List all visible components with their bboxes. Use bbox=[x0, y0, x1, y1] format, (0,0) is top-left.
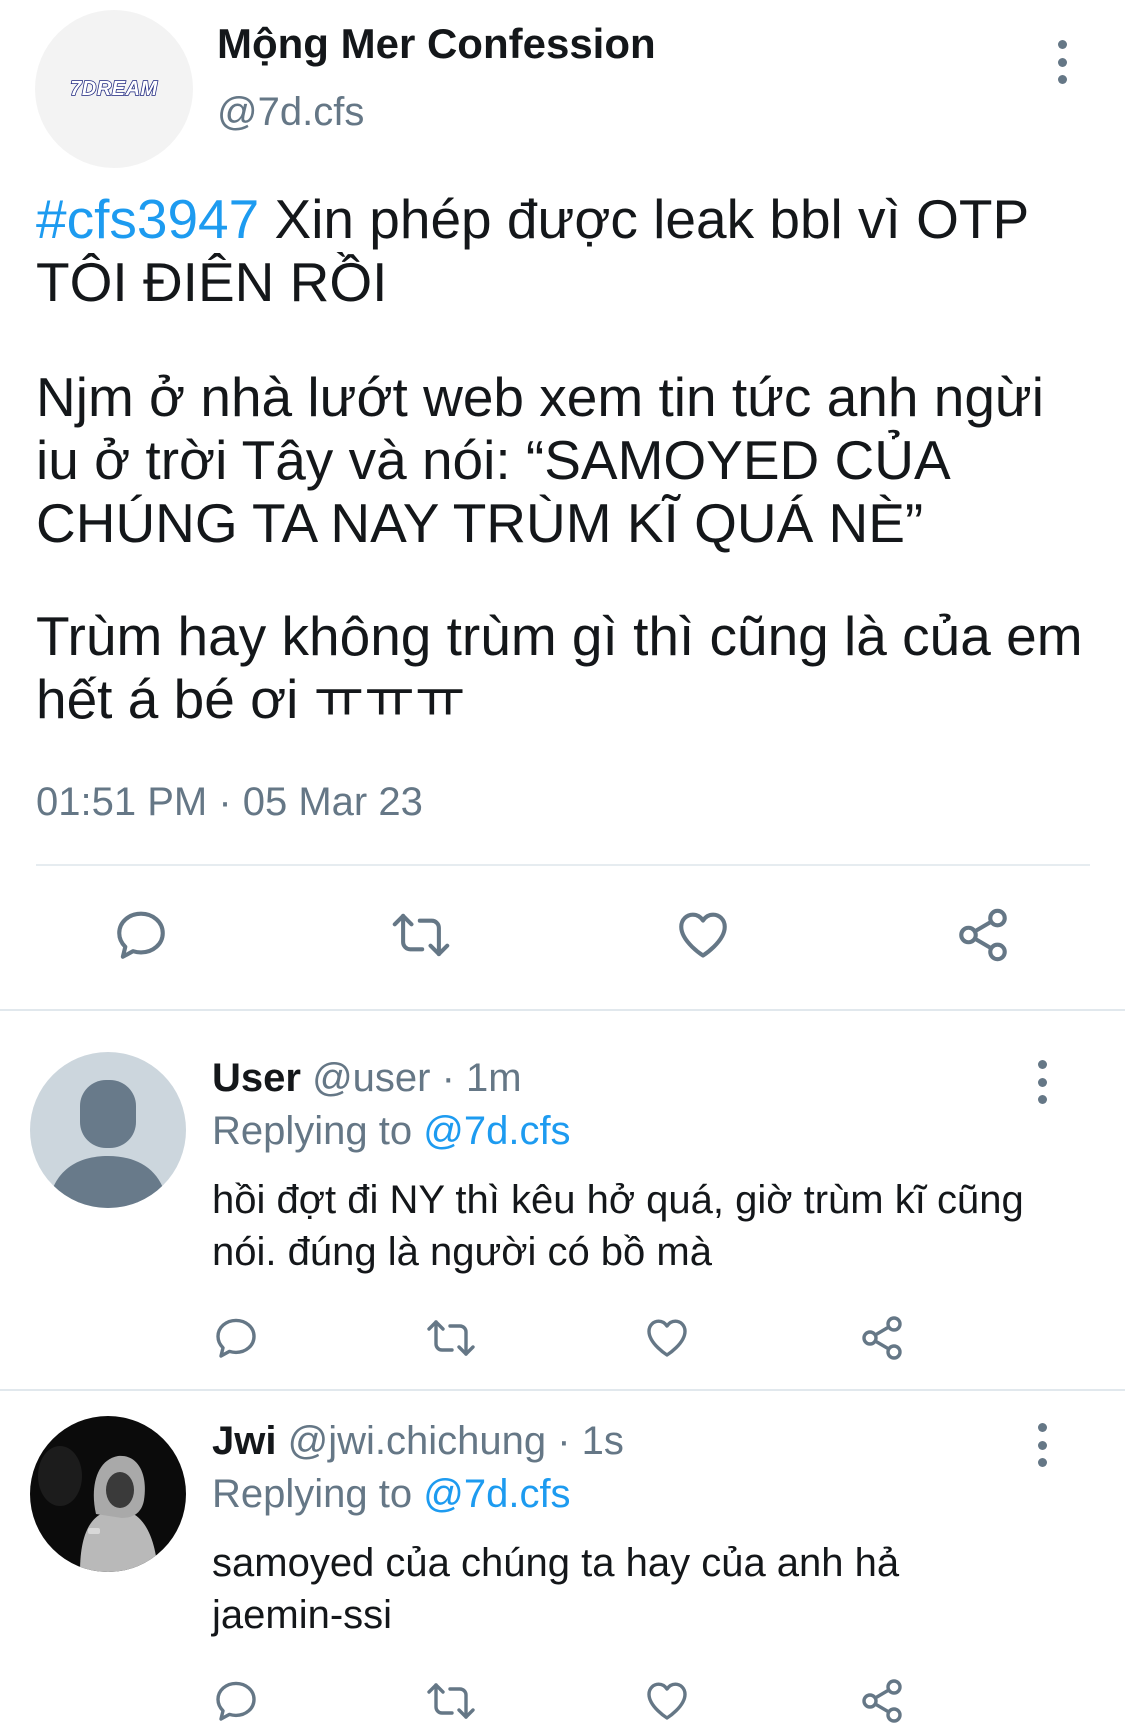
author-display-name[interactable]: Mộng Mer Confession bbox=[217, 20, 656, 68]
reply-display-name[interactable]: Jwi bbox=[212, 1419, 276, 1463]
divider bbox=[36, 864, 1090, 866]
retweet-icon[interactable] bbox=[390, 906, 452, 964]
reply-icon[interactable] bbox=[112, 906, 170, 964]
separator: · bbox=[430, 1056, 467, 1100]
reply-avatar-jwi[interactable] bbox=[30, 1416, 186, 1572]
like-icon[interactable] bbox=[674, 906, 732, 964]
brand-logo: 7DREAM bbox=[70, 77, 158, 101]
replying-to-line: Replying to @7d.cfs bbox=[212, 1472, 571, 1517]
reply-handle[interactable]: @user bbox=[312, 1056, 430, 1100]
tweet-text-paragraph-2: Njm ở nhà lướt web xem tin tức anh ngừi … bbox=[36, 366, 1044, 554]
like-icon[interactable] bbox=[643, 1314, 691, 1362]
hashtag-link[interactable]: #cfs3947 bbox=[36, 188, 259, 250]
reply-header: Jwi @jwi.chichung · 1s bbox=[212, 1419, 624, 1464]
retweet-icon[interactable] bbox=[425, 1314, 477, 1362]
replying-label: Replying to bbox=[212, 1109, 424, 1153]
reply-time: 1m bbox=[466, 1056, 522, 1100]
like-icon[interactable] bbox=[643, 1677, 691, 1725]
divider bbox=[0, 1009, 1125, 1011]
reply-time: 1s bbox=[581, 1419, 624, 1463]
separator: · bbox=[546, 1419, 582, 1463]
tweet-timestamp: 01:51 PM · 05 Mar 23 bbox=[36, 780, 423, 824]
share-icon[interactable] bbox=[954, 906, 1012, 964]
tweet-text-paragraph-1: #cfs3947 Xin phép được leak bbl vì OTP T… bbox=[36, 188, 1096, 314]
more-options-icon[interactable] bbox=[1030, 1423, 1054, 1467]
reply-text: samoyed của chúng ta hay của anh hả jaem… bbox=[212, 1541, 900, 1637]
divider bbox=[0, 1389, 1125, 1391]
replying-to-line: Replying to @7d.cfs bbox=[212, 1109, 571, 1154]
mention-link[interactable]: @7d.cfs bbox=[423, 1472, 570, 1516]
retweet-icon[interactable] bbox=[425, 1677, 477, 1725]
author-avatar[interactable]: 7DREAM bbox=[35, 10, 193, 168]
tweet-text-paragraph-3: Trùm hay không trùm gì thì cũng là của e… bbox=[36, 605, 1083, 730]
reply-handle[interactable]: @jwi.chichung bbox=[288, 1419, 547, 1463]
replying-label: Replying to bbox=[212, 1472, 424, 1516]
share-icon[interactable] bbox=[858, 1677, 906, 1725]
reply-display-name[interactable]: User bbox=[212, 1056, 301, 1100]
more-options-icon[interactable] bbox=[1030, 1060, 1054, 1104]
reply-avatar-user[interactable] bbox=[30, 1052, 186, 1208]
reply-header: User @user · 1m bbox=[212, 1056, 522, 1101]
more-options-icon[interactable] bbox=[1050, 40, 1074, 84]
reply-icon[interactable] bbox=[212, 1314, 260, 1362]
author-handle[interactable]: @7d.cfs bbox=[217, 90, 364, 135]
reply-icon[interactable] bbox=[212, 1677, 260, 1725]
share-icon[interactable] bbox=[858, 1314, 906, 1362]
reply-text: hồi đợt đi NY thì kêu hở quá, giờ trùm k… bbox=[212, 1178, 1024, 1274]
mention-link[interactable]: @7d.cfs bbox=[423, 1109, 570, 1153]
